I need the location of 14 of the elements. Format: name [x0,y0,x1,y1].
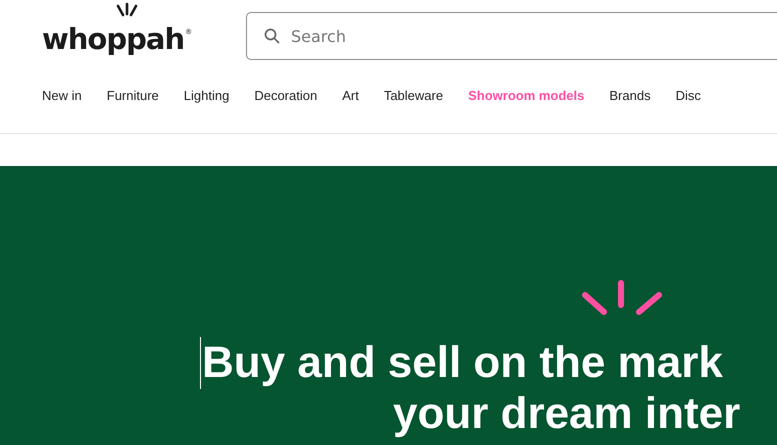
hero-headline: your dream inter [393,389,740,439]
spark-icon [115,2,139,18]
nav-link[interactable]: Brands [609,88,651,103]
search-field[interactable]: Search [246,12,777,60]
hero-headline: Buy and sell on the mark [200,337,723,389]
nav-link[interactable]: Decoration [254,88,318,103]
nav-link[interactable]: Tableware [384,88,444,103]
nav-link[interactable]: Disc [676,88,701,103]
search-icon [264,28,280,44]
logo[interactable]: whoppah [42,22,184,56]
nav-link[interactable]: New in [42,88,82,103]
nav-link[interactable]: Lighting [184,88,230,103]
nav-link[interactable]: Art [342,88,359,103]
nav-link[interactable]: Furniture [106,88,159,103]
